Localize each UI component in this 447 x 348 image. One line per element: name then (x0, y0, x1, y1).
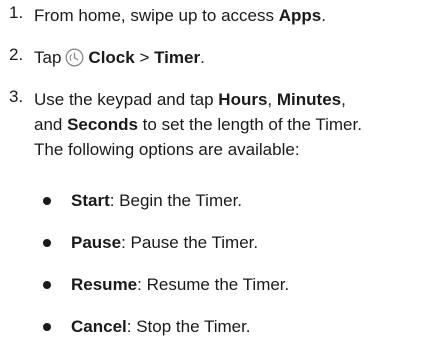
step-2-prefix: Tap (34, 48, 62, 67)
comma: , (267, 90, 277, 109)
option-label: Cancel (71, 317, 127, 336)
step-3: 3. Use the keypad and tap Hours, Minutes… (0, 87, 362, 162)
step-1-suffix: . (321, 6, 326, 25)
list-item-start: Start: Begin the Timer. (43, 188, 242, 213)
step-3-line-1-prefix: Use the keypad and tap (34, 90, 219, 109)
step-2: 2. Tap Clock > Timer. (0, 45, 205, 70)
timer-label: Timer (154, 48, 201, 67)
minutes-label: Minutes (276, 90, 342, 109)
breadcrumb-separator: > (134, 48, 155, 67)
list-item-pause: Pause: Pause the Timer. (43, 230, 258, 255)
list-item-cancel: Cancel: Stop the Timer. (43, 314, 251, 339)
bullet-icon (43, 196, 51, 205)
step-3-line-2-prefix: and (34, 115, 68, 134)
option-text: Cancel: Stop the Timer. (71, 314, 251, 339)
bullet-icon (43, 238, 51, 247)
step-1: 1. From home, swipe up to access Apps. (0, 3, 326, 28)
step-text: Tap Clock > Timer. (34, 45, 205, 70)
step-text: From home, swipe up to access Apps. (34, 3, 326, 28)
bullet-icon (43, 322, 51, 331)
clock-icon (65, 48, 84, 67)
option-text: Start: Begin the Timer. (71, 188, 242, 213)
option-desc: : Pause the Timer. (121, 233, 259, 252)
step-1-prefix: From home, swipe up to access (34, 6, 279, 25)
step-2-suffix: . (200, 48, 205, 67)
option-label: Resume (71, 275, 138, 294)
bullet-icon (43, 280, 51, 289)
option-text: Pause: Pause the Timer. (71, 230, 258, 255)
option-desc: : Resume the Timer. (137, 275, 290, 294)
apps-label: Apps (278, 6, 322, 25)
option-desc: : Begin the Timer. (109, 191, 243, 210)
step-3-line-1: Use the keypad and tap Hours, Minutes, (34, 87, 362, 112)
step-text: Use the keypad and tap Hours, Minutes, a… (34, 87, 362, 162)
step-3-line-3: The following options are available: (34, 140, 300, 159)
option-text: Resume: Resume the Timer. (71, 272, 289, 297)
seconds-label: Seconds (67, 115, 138, 134)
step-number: 1. (9, 3, 24, 22)
step-number: 3. (9, 87, 24, 106)
option-desc: : Stop the Timer. (126, 317, 251, 336)
step-3-line-2-suffix: to set the length of the Timer. (137, 115, 362, 134)
comma: , (341, 90, 346, 109)
clock-label: Clock (88, 48, 135, 67)
step-number: 2. (9, 45, 24, 64)
hours-label: Hours (218, 90, 268, 109)
option-label: Start (71, 191, 110, 210)
option-label: Pause (71, 233, 122, 252)
list-item-resume: Resume: Resume the Timer. (43, 272, 289, 297)
step-3-line-2: and Seconds to set the length of the Tim… (34, 112, 362, 137)
